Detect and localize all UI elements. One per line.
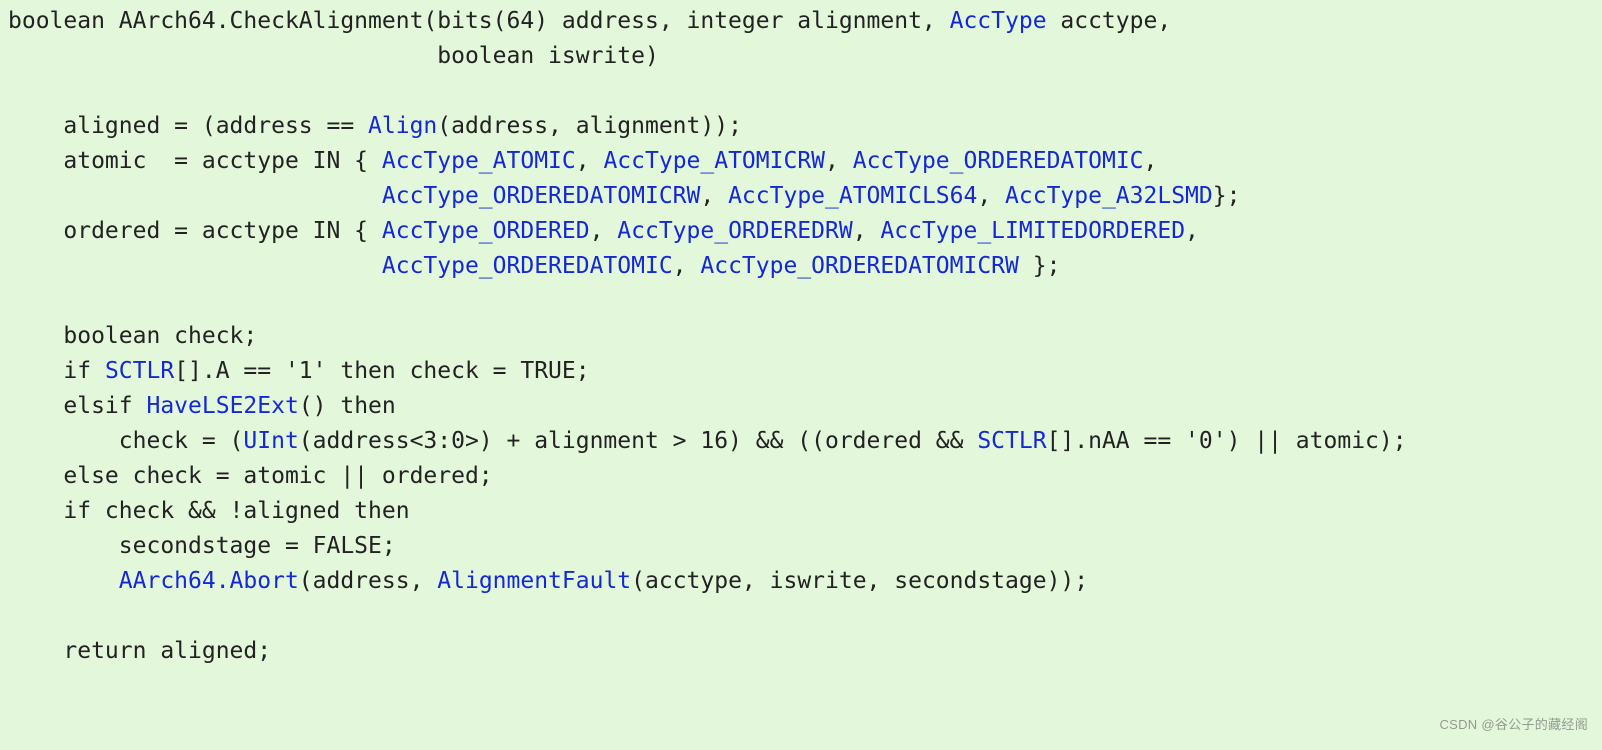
code-line: AArch64.Abort(address, AlignmentFault(ac… <box>8 568 1088 594</box>
fn-ref: Align <box>368 113 437 139</box>
reg-ref: SCTLR <box>105 358 174 384</box>
enum-ref: AccType_ORDEREDATOMIC <box>853 148 1144 174</box>
code-line: secondstage = FALSE; <box>8 533 396 559</box>
enum-ref: AccType_ORDEREDRW <box>617 218 852 244</box>
code-line: elsif HaveLSE2Ext() then <box>8 393 396 419</box>
enum-ref: AccType_ORDEREDATOMICRW <box>382 183 701 209</box>
code-block: boolean AArch64.CheckAlignment(bits(64) … <box>0 0 1602 669</box>
code-line: boolean iswrite) <box>8 43 659 69</box>
enum-ref: AccType_ATOMICRW <box>603 148 825 174</box>
fn-ref: AlignmentFault <box>437 568 631 594</box>
code-line: if SCTLR[].A == '1' then check = TRUE; <box>8 358 590 384</box>
enum-ref: AccType_ORDERED <box>382 218 590 244</box>
code-line: return aligned; <box>8 638 271 664</box>
code-line: aligned = (address == Align(address, ali… <box>8 113 742 139</box>
code-line: check = (UInt(address<3:0>) + alignment … <box>8 428 1407 454</box>
code-line: if check && !aligned then <box>8 498 410 524</box>
code-line: boolean check; <box>8 323 257 349</box>
code-line: boolean AArch64.CheckAlignment(bits(64) … <box>8 8 1171 34</box>
enum-ref: AccType_ATOMICLS64 <box>728 183 977 209</box>
reg-ref: SCTLR <box>977 428 1046 454</box>
code-line: AccType_ORDEREDATOMICRW, AccType_ATOMICL… <box>8 183 1240 209</box>
fn-ref: AArch64.Abort <box>119 568 299 594</box>
enum-ref: AccType_ORDEREDATOMICRW <box>700 253 1019 279</box>
fn-ref: HaveLSE2Ext <box>146 393 298 419</box>
enum-ref: AccType_ATOMIC <box>382 148 576 174</box>
type-ref: AccType <box>950 8 1047 34</box>
code-line: else check = atomic || ordered; <box>8 463 493 489</box>
code-line: ordered = acctype IN { AccType_ORDERED, … <box>8 218 1199 244</box>
code-line: atomic = acctype IN { AccType_ATOMIC, Ac… <box>8 148 1157 174</box>
code-line: AccType_ORDEREDATOMIC, AccType_ORDEREDAT… <box>8 253 1060 279</box>
enum-ref: AccType_LIMITEDORDERED <box>880 218 1185 244</box>
enum-ref: AccType_A32LSMD <box>1005 183 1213 209</box>
enum-ref: AccType_ORDEREDATOMIC <box>382 253 673 279</box>
watermark: CSDN @谷公子的藏经阁 <box>1439 707 1588 742</box>
fn-ref: UInt <box>243 428 298 454</box>
